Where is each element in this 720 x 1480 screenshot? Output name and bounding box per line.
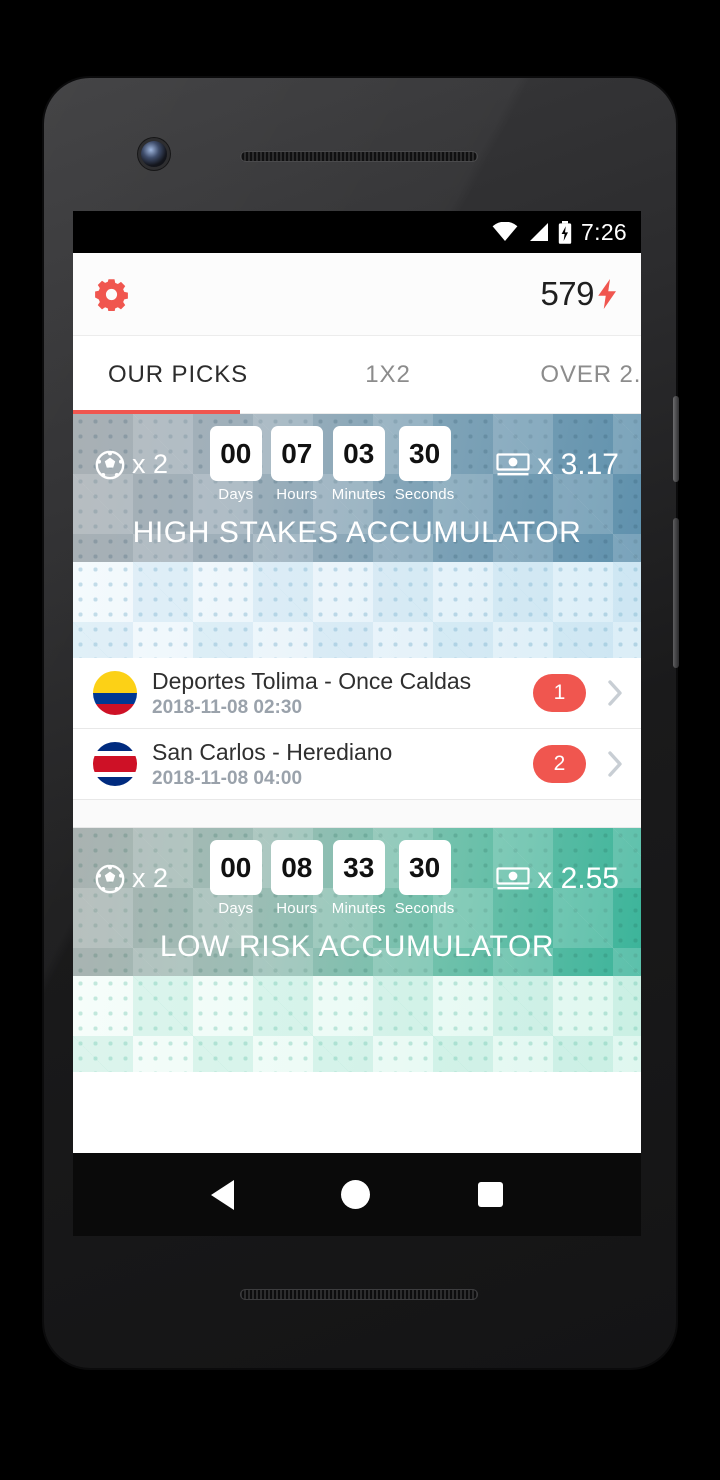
match-datetime: 2018-11-08 02:30 <box>152 696 303 718</box>
android-navigation-bar <box>73 1153 641 1236</box>
chevron-right-icon[interactable] <box>607 680 623 706</box>
match-row[interactable]: Deportes Tolima - Once Caldas 2018-11-08… <box>73 658 641 729</box>
timer-label: Days <box>218 900 254 917</box>
phone-screen: 7:26 579 OUR PICKS 1X2 OVER 2.5 <box>73 211 641 1236</box>
accumulator-odds-label: x 2.55 <box>537 861 619 895</box>
timer-value: 30 <box>398 426 451 481</box>
countdown-timer: 00 Days 07 Hours 03 Minutes 30 Seconds <box>209 426 455 503</box>
lightning-bolt-icon <box>598 279 616 309</box>
accumulator-legs-label: x 2 <box>132 863 169 893</box>
timer-label: Hours <box>276 486 318 503</box>
timer-value: 00 <box>209 840 262 895</box>
match-teams: Deportes Tolima - Once Caldas <box>152 667 472 694</box>
recents-square-icon[interactable] <box>478 1182 504 1207</box>
timer-value: 33 <box>332 840 385 895</box>
points-balance[interactable]: 579 <box>540 275 619 313</box>
power-button[interactable] <box>673 396 679 482</box>
timer-label: Days <box>218 486 254 503</box>
accumulator-decorative-band <box>73 976 641 1072</box>
match-pick-badge: 1 <box>533 674 586 712</box>
soccer-ball-icon <box>95 450 125 479</box>
accumulator-legs-label: x 2 <box>132 449 169 479</box>
match-datetime: 2018-11-08 04:00 <box>152 767 303 789</box>
timer-label: Minutes <box>331 486 386 503</box>
front-camera-icon <box>141 141 167 167</box>
accumulator-decorative-band <box>73 562 641 658</box>
tab-bar: OUR PICKS 1X2 OVER 2.5 <box>73 336 641 414</box>
chevron-right-icon[interactable] <box>607 751 623 777</box>
timer-label: Hours <box>276 900 318 917</box>
timer-value: 30 <box>398 840 451 895</box>
timer-unit-hours: 07 Hours <box>270 426 323 503</box>
timer-unit-hours: 08 Hours <box>270 840 323 917</box>
countdown-timer: 00 Days 08 Hours 33 Minutes 30 Seconds <box>209 840 455 917</box>
accumulator-hero: x 2 00 Days 07 Hours 03 Minutes 30 Secon… <box>73 414 641 562</box>
colombia-flag-icon <box>93 671 137 715</box>
banknote-icon <box>496 866 530 889</box>
timer-unit-minutes: 03 Minutes <box>332 426 386 503</box>
accumulator-odds-label: x 3.17 <box>537 447 619 481</box>
app-viewport: 579 OUR PICKS 1X2 OVER 2.5 <box>73 253 641 1153</box>
tab-label: OUR PICKS <box>107 361 249 388</box>
tab-label: 1X2 <box>365 361 411 388</box>
accumulator-title: HIGH STAKES ACCUMULATOR <box>132 516 582 549</box>
timer-unit-minutes: 33 Minutes <box>332 840 386 917</box>
match-info: Deportes Tolima - Once Caldas 2018-11-08… <box>152 668 518 719</box>
accumulator-hero: x 2 00 Days 08 Hours 33 Minutes 30 Secon… <box>73 828 641 976</box>
accumulator-title: LOW RISK ACCUMULATOR <box>159 930 555 963</box>
timer-unit-days: 00 Days <box>209 426 262 503</box>
cellular-signal-icon <box>530 223 549 241</box>
match-info: San Carlos - Herediano 2018-11-08 04:00 <box>152 739 518 790</box>
match-pick-badge: 2 <box>533 745 586 783</box>
list-section-spacer <box>73 800 641 828</box>
timer-unit-days: 00 Days <box>209 840 262 917</box>
status-bar-clock: 7:26 <box>581 218 627 245</box>
bottom-speaker-grille <box>240 1289 478 1300</box>
accumulator-odds: x 3.17 <box>496 448 619 482</box>
earpiece-speaker-grille <box>240 151 478 162</box>
timer-label: Minutes <box>331 900 386 917</box>
tab-our-picks[interactable]: OUR PICKS <box>73 336 283 414</box>
battery-charging-icon <box>558 220 572 244</box>
status-bar: 7:26 <box>73 211 641 253</box>
soccer-ball-icon <box>95 864 125 893</box>
timer-value: 03 <box>332 426 385 481</box>
timer-label: Seconds <box>394 486 455 503</box>
accumulator-summary-row: x 2 00 Days 07 Hours 03 Minutes 30 Secon… <box>73 426 641 503</box>
tab-1x2[interactable]: 1X2 <box>283 336 493 414</box>
wifi-icon <box>492 222 518 241</box>
match-row[interactable]: San Carlos - Herediano 2018-11-08 04:00 … <box>73 729 641 800</box>
home-circle-icon[interactable] <box>341 1180 371 1209</box>
banknote-icon <box>496 452 530 475</box>
back-triangle-icon[interactable] <box>210 1179 234 1210</box>
timer-value: 00 <box>209 426 262 481</box>
timer-value: 08 <box>270 840 323 895</box>
timer-label: Seconds <box>394 900 455 917</box>
volume-button[interactable] <box>673 518 679 668</box>
accumulator-summary-row: x 2 00 Days 08 Hours 33 Minutes 30 Secon… <box>73 840 641 917</box>
match-teams: San Carlos - Herediano <box>152 738 393 765</box>
accumulator-legs: x 2 <box>95 449 168 480</box>
points-value: 579 <box>540 275 594 312</box>
picks-list[interactable]: x 2 00 Days 07 Hours 03 Minutes 30 Secon… <box>73 414 641 1153</box>
phone-device-frame: 7:26 579 OUR PICKS 1X2 OVER 2.5 <box>44 78 679 1368</box>
accumulator-legs: x 2 <box>95 863 168 894</box>
tab-over-25[interactable]: OVER 2.5 <box>493 336 641 414</box>
timer-unit-seconds: 30 Seconds <box>395 426 455 503</box>
costa-rica-flag-icon <box>93 742 137 786</box>
gear-icon[interactable] <box>95 278 128 311</box>
timer-unit-seconds: 30 Seconds <box>395 840 455 917</box>
diamond-pattern <box>73 976 641 1072</box>
tab-label: OVER 2.5 <box>540 361 641 388</box>
diamond-pattern <box>73 562 641 658</box>
timer-value: 07 <box>270 426 323 481</box>
accumulator-card[interactable]: x 2 00 Days 07 Hours 03 Minutes 30 Secon… <box>73 414 641 658</box>
accumulator-card[interactable]: x 2 00 Days 08 Hours 33 Minutes 30 Secon… <box>73 828 641 1072</box>
app-top-bar: 579 <box>73 253 641 336</box>
accumulator-odds: x 2.55 <box>496 862 619 896</box>
